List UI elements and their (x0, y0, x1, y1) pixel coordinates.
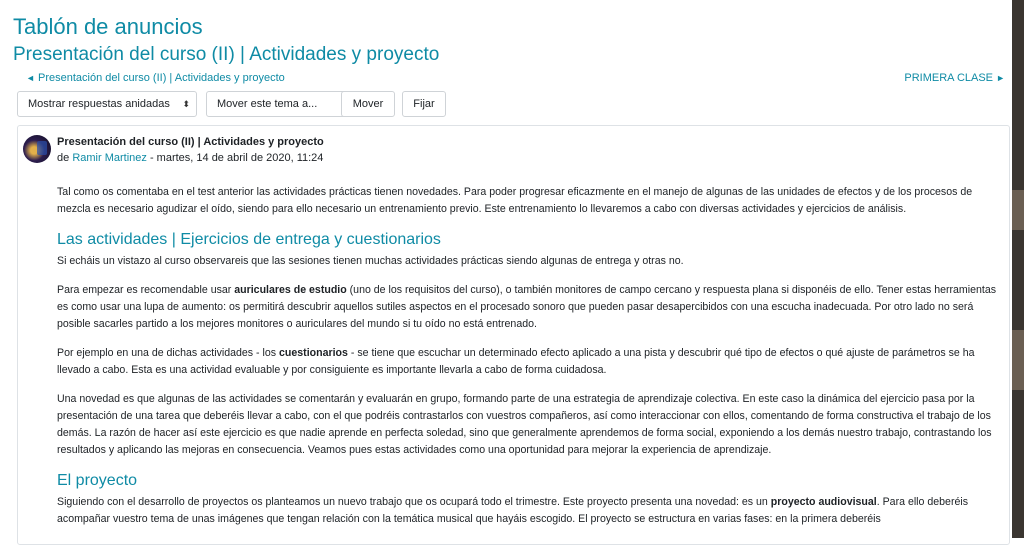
section-heading-activities: Las actividades | Ejercicios de entrega … (57, 231, 441, 248)
display-mode-value: Mostrar respuestas anidadas (28, 98, 170, 110)
edge-decoration (1012, 190, 1024, 230)
author-link[interactable]: Ramir Martinez (72, 152, 147, 164)
display-mode-select[interactable]: Mostrar respuestas anidadas ⬍ (17, 91, 197, 117)
bold-text: auriculares de estudio (234, 284, 347, 296)
text-span: Por ejemplo en una de dichas actividades… (57, 347, 280, 359)
text-span: Siguiendo con el desarrollo de proyectos… (57, 496, 771, 508)
move-topic-value: Mover este tema a... (217, 98, 318, 110)
move-button[interactable]: Mover (341, 91, 395, 117)
previous-discussion-link[interactable]: ◄ Presentación del curso (II) | Activida… (26, 71, 285, 85)
post-body: Tal como os comentaba en el test anterio… (57, 184, 999, 540)
window-edge (1012, 0, 1024, 538)
byline-prefix: de (57, 152, 70, 164)
intro-paragraph: Tal como os comentaba en el test anterio… (57, 186, 973, 215)
bold-text: proyecto audiovisual (770, 496, 877, 508)
paragraph-5: Siguiendo con el desarrollo de proyectos… (57, 494, 999, 528)
paragraph-1: Si echáis un vistazo al curso observarei… (57, 255, 684, 267)
avatar[interactable] (23, 135, 51, 163)
select-caret-icon: ⬍ (182, 99, 190, 109)
pin-button[interactable]: Fijar (402, 91, 446, 117)
paragraph-2: Para empezar es recomendable usar auricu… (57, 282, 999, 333)
post-date: - martes, 14 de abril de 2020, 11:24 (149, 152, 324, 164)
post-byline: de Ramir Martinez - martes, 14 de abril … (57, 151, 323, 165)
next-discussion-link[interactable]: PRIMERA CLASE ► (904, 71, 1005, 85)
paragraph-4: Una novedad es que algunas de las activi… (57, 393, 992, 456)
discussion-title: Presentación del curso (II) | Actividade… (13, 44, 440, 65)
left-arrow-icon: ◄ (26, 73, 35, 83)
forum-post: Presentación del curso (II) | Actividade… (17, 125, 1010, 545)
next-discussion-label: PRIMERA CLASE (904, 72, 994, 84)
move-topic-select[interactable]: Mover este tema a... ⬍ (206, 91, 354, 117)
forum-page: Tablón de anuncios Presentación del curs… (0, 0, 1012, 545)
section-heading-project: El proyecto (57, 472, 138, 489)
forum-title: Tablón de anuncios (13, 14, 203, 39)
previous-discussion-label: Presentación del curso (II) | Actividade… (37, 72, 285, 84)
text-span: Para empezar es recomendable usar (57, 284, 235, 296)
post-subject: Presentación del curso (II) | Actividade… (57, 136, 324, 148)
paragraph-3: Por ejemplo en una de dichas actividades… (57, 345, 999, 379)
right-arrow-icon: ► (996, 73, 1005, 83)
bold-text: cuestionarios (279, 347, 348, 359)
edge-decoration (1012, 330, 1024, 390)
